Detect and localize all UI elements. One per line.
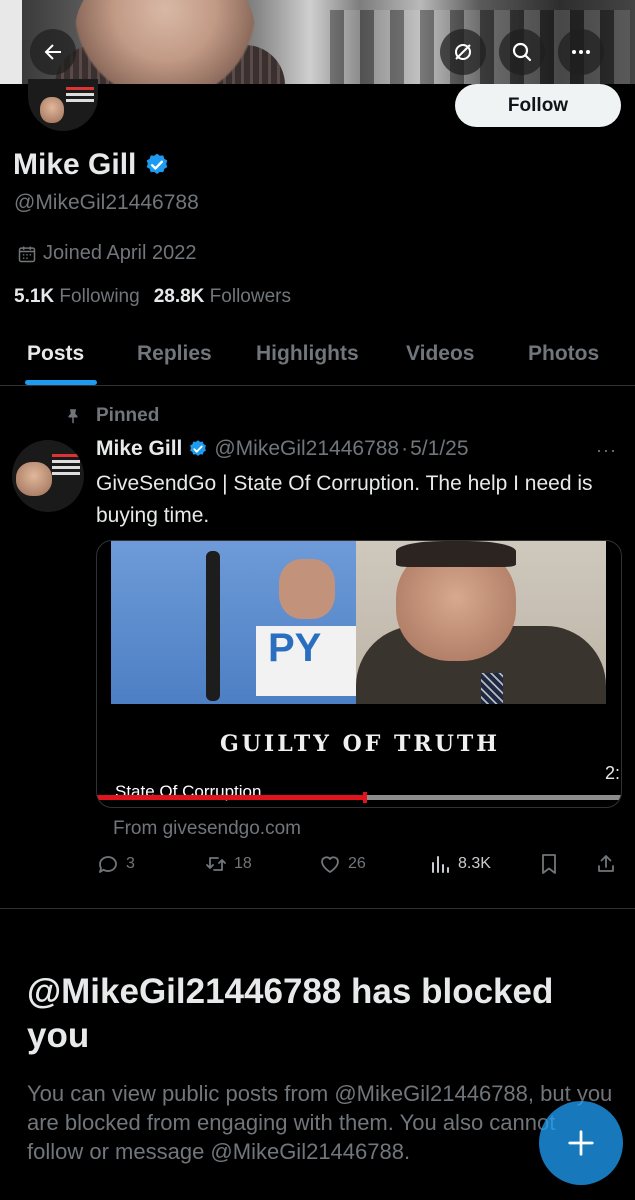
profile-stats: 5.1K Following 28.8K Followers [14, 286, 291, 308]
share-button[interactable] [594, 852, 618, 876]
post-date[interactable]: 5/1/25 [410, 437, 468, 461]
grok-icon [455, 44, 471, 60]
follow-button[interactable]: Follow [455, 84, 621, 127]
post-author-handle[interactable]: @MikeGil21446788 [214, 437, 399, 461]
search-button[interactable] [499, 29, 545, 75]
blocked-description: You can view public posts from @MikeGil2… [27, 1081, 613, 1164]
following-count: 5.1K [14, 286, 55, 307]
back-arrow-icon [44, 44, 61, 60]
repost-count: 18 [234, 855, 252, 872]
verified-badge-icon[interactable] [188, 439, 208, 459]
card-image-right [356, 541, 606, 704]
card-microphone [206, 551, 220, 701]
post-avatar-text-graphic [52, 454, 80, 457]
tab-photos[interactable]: Photos [528, 342, 599, 366]
back-button[interactable] [30, 29, 76, 75]
post-separator: · [401, 437, 409, 460]
card-hair [396, 541, 516, 567]
post-actions: 3 18 26 8.3K [96, 852, 626, 882]
calendar-icon [18, 246, 36, 262]
post-author-avatar[interactable] [12, 440, 84, 512]
avatar-text-graphic [66, 87, 94, 90]
card-raised-fist [279, 559, 335, 619]
views-chart-icon [432, 856, 449, 873]
pin-icon [68, 409, 78, 424]
link-card[interactable]: PY GUILTY OF TRUTH 2: State Of Corruptio… [96, 540, 622, 808]
post-avatar-face [16, 462, 52, 496]
joined-text: Joined April 2022 [43, 242, 197, 264]
post-text: GiveSendGo | State Of Corruption. The he… [96, 472, 593, 527]
views-button[interactable]: 8.3K [428, 852, 491, 876]
bookmark-icon [542, 854, 556, 874]
pinned-text: Pinned [96, 405, 160, 426]
profile-display-name: Mike Gill [13, 148, 137, 181]
active-tab-indicator [25, 380, 97, 385]
repost-button[interactable]: 18 [204, 852, 252, 876]
profile-name-row: Mike Gill [13, 148, 170, 182]
repost-icon [206, 857, 226, 871]
video-duration: 2: [605, 763, 621, 783]
card-source[interactable]: From givesendgo.com [113, 818, 301, 840]
post-more-button[interactable]: ··· [596, 440, 617, 461]
banner-photo-head [75, 0, 255, 84]
post-author-name[interactable]: Mike Gill [96, 437, 182, 461]
profile-avatar[interactable] [28, 79, 98, 131]
tab-posts[interactable]: Posts [27, 342, 84, 366]
reply-icon [99, 856, 117, 873]
profile-handle: @MikeGil21446788 [14, 191, 199, 214]
like-button[interactable]: 26 [318, 852, 366, 876]
tab-replies[interactable]: Replies [137, 342, 212, 366]
profile-banner[interactable] [0, 0, 635, 84]
more-button[interactable] [558, 29, 604, 75]
followers-label: Followers [209, 286, 291, 307]
card-tie [481, 673, 503, 704]
verified-badge-icon[interactable] [144, 152, 170, 178]
bookmark-button[interactable] [537, 852, 561, 876]
heart-icon [321, 856, 339, 873]
profile-joined: Joined April 2022 [17, 242, 196, 265]
search-icon [512, 42, 532, 62]
blocked-title: @MikeGil21446788 has blocked you [27, 972, 554, 1055]
grok-button[interactable] [440, 29, 486, 75]
profile-tabs: Posts Replies Highlights Videos Photos [0, 328, 635, 386]
like-count: 26 [348, 855, 366, 872]
followers-count: 28.8K [153, 286, 205, 307]
compose-post-button[interactable] [539, 1101, 623, 1185]
post-header: Mike Gill @MikeGil21446788 · 5/1/25 [96, 437, 469, 461]
tab-highlights[interactable]: Highlights [256, 342, 359, 366]
more-icon [572, 50, 590, 54]
views-count: 8.3K [458, 855, 491, 872]
followers-link[interactable]: 28.8K Followers [154, 286, 291, 308]
share-icon [598, 855, 614, 872]
avatar-face [40, 97, 64, 123]
pinned-label-row: Pinned [64, 405, 159, 427]
plus-icon [568, 1130, 594, 1156]
card-sign-text: PY [256, 626, 356, 696]
card-caption: GUILTY OF TRUTH [219, 731, 501, 757]
section-divider [0, 908, 635, 909]
following-link[interactable]: 5.1K Following [14, 286, 140, 308]
reply-count: 3 [126, 855, 135, 872]
video-progress-bar[interactable] [97, 792, 621, 803]
following-label: Following [59, 286, 140, 307]
tab-videos[interactable]: Videos [406, 342, 474, 366]
video-progress-fill [97, 795, 366, 800]
reply-button[interactable]: 3 [96, 852, 135, 876]
card-image-left: PY [111, 541, 356, 704]
video-progress-knob[interactable] [363, 792, 368, 803]
